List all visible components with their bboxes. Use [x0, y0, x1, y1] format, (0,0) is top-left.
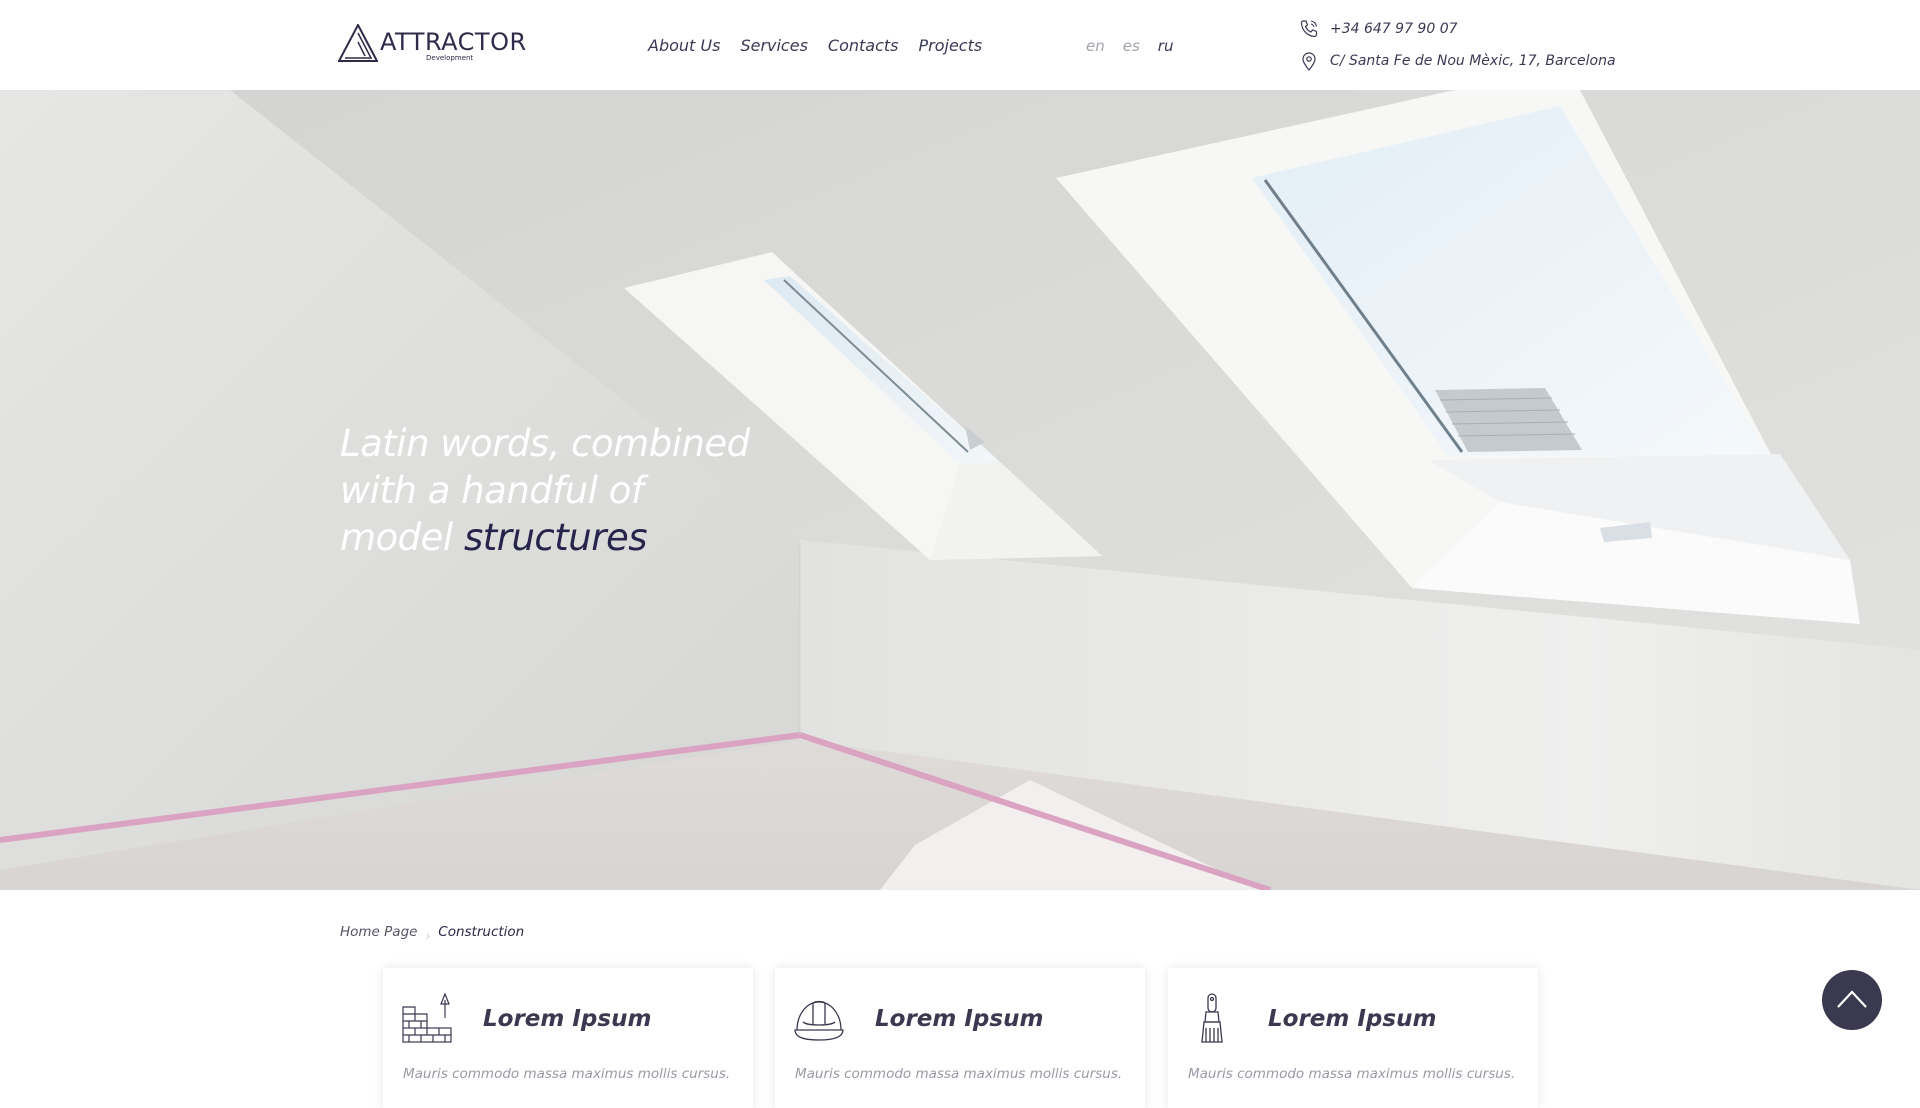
language-switcher: en es ru: [1086, 34, 1173, 58]
location-pin-icon: [1302, 52, 1316, 71]
lang-es[interactable]: es: [1123, 34, 1140, 58]
card-text: Mauris commodo massa maximus mollis curs…: [403, 1066, 731, 1082]
service-card[interactable]: Lorem Ipsum Mauris commodo massa maximus…: [383, 968, 753, 1108]
card-title: Lorem Ipsum: [875, 1006, 1044, 1032]
nav-services[interactable]: Services: [740, 34, 807, 58]
hero-line-2: with a handful of: [340, 469, 644, 512]
service-card[interactable]: Lorem Ipsum Mauris commodo massa maximus…: [775, 968, 1145, 1108]
logo-triangle-icon: [338, 24, 378, 62]
nav-about-us[interactable]: About Us: [648, 34, 720, 58]
nav-projects[interactable]: Projects: [919, 34, 983, 58]
lang-en[interactable]: en: [1086, 34, 1105, 58]
brand-logo[interactable]: ATTRACTOR Development: [338, 24, 526, 64]
card-text: Mauris commodo massa maximus mollis curs…: [795, 1066, 1123, 1082]
breadcrumb-current: Construction: [438, 924, 525, 940]
card-title: Lorem Ipsum: [483, 1006, 652, 1032]
chevron-right-icon: ›: [425, 929, 431, 943]
breadcrumb: Home Page › Construction: [340, 922, 525, 943]
hero-attic-image: [0, 90, 1920, 890]
scroll-to-top-button[interactable]: [1822, 970, 1882, 1030]
hero-line-1: Latin words, combined: [340, 422, 750, 465]
brand-name: ATTRACTOR: [380, 28, 527, 56]
chevron-up-icon: [1837, 990, 1867, 1008]
site-header: ATTRACTOR Development About Us Services …: [0, 0, 1920, 90]
hero-headline: Latin words, combined with a handful of …: [340, 420, 800, 561]
address-text: C/ Santa Fe de Nou Mèxic, 17, Barcelona: [1330, 53, 1616, 69]
address-contact: C/ Santa Fe de Nou Mèxic, 17, Barcelona: [1298, 50, 1616, 72]
phone-icon: [1300, 20, 1318, 38]
nav-contacts[interactable]: Contacts: [828, 34, 899, 58]
breadcrumb-home-link[interactable]: Home Page: [340, 922, 417, 942]
hard-hat-icon: [794, 1000, 844, 1041]
hero-banner: Latin words, combined with a handful of …: [0, 90, 1920, 890]
phone-contact[interactable]: +34 647 97 90 07: [1298, 18, 1458, 40]
card-text: Mauris commodo massa maximus mollis curs…: [1188, 1066, 1516, 1082]
main-nav: About Us Services Contacts Projects: [648, 34, 1002, 58]
service-card[interactable]: Lorem Ipsum Mauris commodo massa maximus…: [1168, 968, 1538, 1108]
phone-number: +34 647 97 90 07: [1330, 21, 1458, 37]
paint-brush-icon: [1201, 993, 1223, 1043]
brick-wall-icon: [402, 992, 452, 1043]
brand-subtitle: Development: [426, 54, 474, 62]
card-title: Lorem Ipsum: [1268, 1006, 1437, 1032]
lang-ru[interactable]: ru: [1158, 34, 1174, 58]
hero-line-3-accent: structures: [463, 516, 648, 559]
hero-line-3-plain: model: [340, 516, 453, 559]
